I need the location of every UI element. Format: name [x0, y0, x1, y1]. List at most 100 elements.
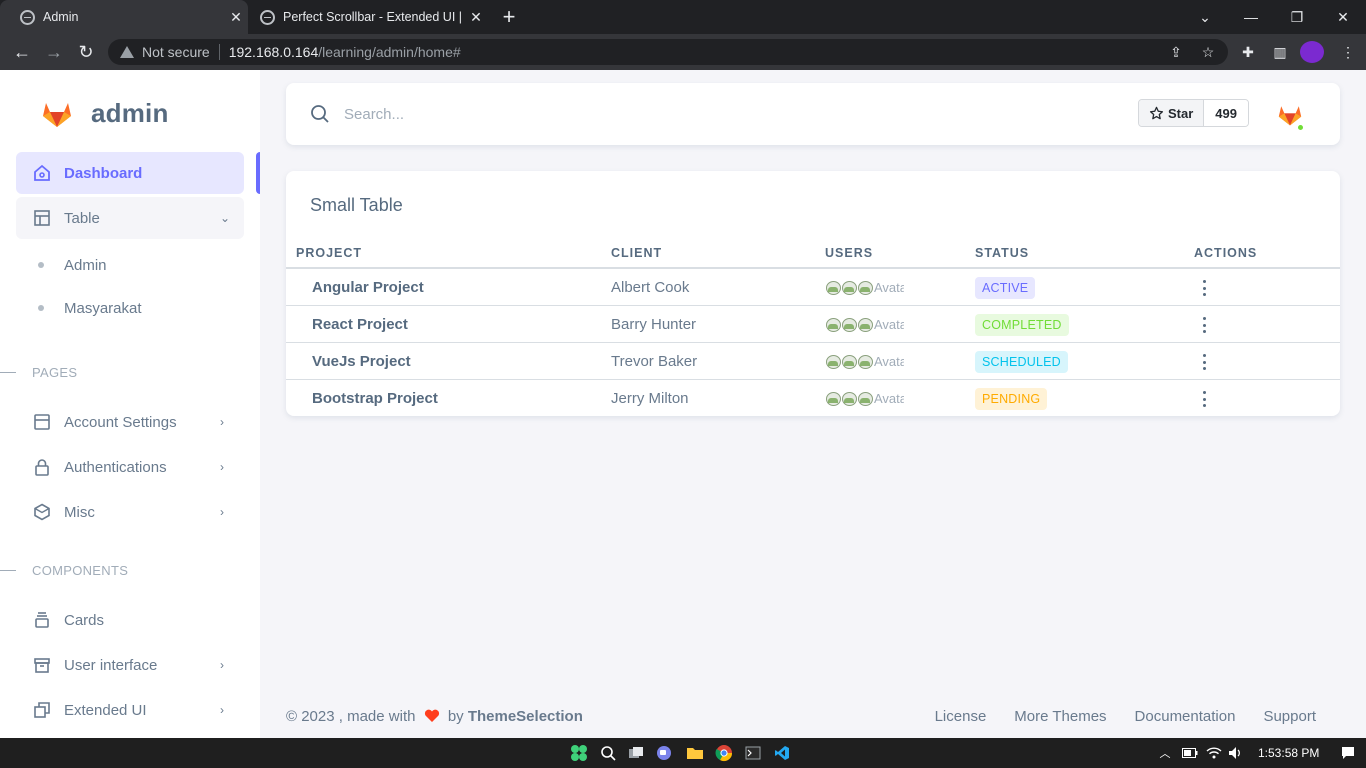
project-name: Bootstrap Project: [312, 390, 438, 407]
status-badge: SCHEDULED: [975, 351, 1068, 373]
footer-link-license[interactable]: License: [935, 708, 987, 725]
sidebar-item-authentications[interactable]: Authentications ›: [16, 446, 244, 488]
close-tab-icon[interactable]: ✕: [224, 9, 248, 26]
battery-icon[interactable]: [1180, 743, 1200, 763]
search-icon[interactable]: [598, 743, 618, 763]
tab-title: Perfect Scrollbar - Extended UI | S: [283, 10, 464, 24]
github-star-button[interactable]: Star 499: [1138, 99, 1249, 127]
user-avatars[interactable]: Avatar: [826, 317, 904, 332]
avatar[interactable]: [858, 317, 873, 332]
search-input[interactable]: [344, 99, 644, 129]
sidebar-item-cards[interactable]: Cards: [16, 599, 244, 641]
sidebar-item-account-settings[interactable]: Account Settings ›: [16, 401, 244, 443]
address-bar[interactable]: Not secure 192.168.0.164/learning/admin/…: [108, 39, 1228, 65]
avatar[interactable]: [842, 317, 857, 332]
new-tab-button[interactable]: +: [496, 4, 522, 30]
chat-icon[interactable]: [654, 743, 674, 763]
vscode-icon[interactable]: [772, 743, 792, 763]
sidebar-item-label: Account Settings: [64, 413, 177, 431]
avatar[interactable]: [858, 280, 873, 295]
menu-dots-icon[interactable]: ⋮: [1336, 40, 1360, 64]
avatar-alt-text: Avatar: [874, 280, 904, 295]
close-tab-icon[interactable]: ✕: [464, 9, 488, 26]
star-label: Star: [1168, 105, 1194, 121]
minimize-button[interactable]: —: [1228, 0, 1274, 34]
notifications-icon[interactable]: [1338, 743, 1358, 763]
top-navbar: Star 499: [286, 83, 1340, 145]
volume-icon[interactable]: [1226, 743, 1246, 763]
reload-button[interactable]: ↻: [72, 38, 100, 66]
share-icon[interactable]: ⇪: [1164, 40, 1188, 64]
browser-tab-perfect-scrollbar[interactable]: Perfect Scrollbar - Extended UI | S ✕: [248, 0, 488, 34]
table-icon: [32, 208, 52, 228]
task-view-icon[interactable]: [626, 743, 646, 763]
chevron-right-icon: ›: [220, 658, 224, 672]
os-taskbar: ︿ 1:53:58 PM: [0, 738, 1366, 768]
forward-button[interactable]: →: [40, 38, 68, 66]
more-actions-icon[interactable]: [1201, 391, 1207, 407]
project-name: VueJs Project: [312, 353, 411, 370]
table-row: React Project Barry Hunter Avatar COMPLE…: [286, 306, 1340, 343]
profile-avatar[interactable]: [1300, 41, 1324, 63]
avatar-alt-text: Avatar: [874, 317, 904, 332]
avatar[interactable]: [842, 391, 857, 406]
wifi-icon[interactable]: [1204, 743, 1224, 763]
tab-search-chevron-icon[interactable]: ⌄: [1182, 0, 1228, 34]
more-actions-icon[interactable]: [1201, 317, 1207, 333]
terminal-icon[interactable]: [743, 743, 763, 763]
user-avatars[interactable]: Avatar: [826, 354, 904, 369]
gitlab-logo-icon: [43, 102, 71, 127]
themeselection-link[interactable]: ThemeSelection: [468, 708, 583, 725]
more-actions-icon[interactable]: [1201, 280, 1207, 296]
sidebar-item-dashboard[interactable]: Dashboard: [16, 152, 244, 194]
user-avatars[interactable]: Avatar: [826, 391, 904, 406]
column-header-actions: ACTIONS: [1194, 246, 1258, 260]
avatar-alt-text: Avatar: [874, 354, 904, 369]
side-panel-icon[interactable]: ▥: [1268, 40, 1292, 64]
avatar[interactable]: [826, 391, 841, 406]
sidebar-subitem-admin[interactable]: Admin: [16, 247, 244, 283]
bookmark-star-icon[interactable]: ☆: [1196, 40, 1220, 64]
more-actions-icon[interactable]: [1201, 354, 1207, 370]
avatar[interactable]: [842, 354, 857, 369]
system-clock[interactable]: 1:53:58 PM: [1258, 746, 1319, 760]
project-name: Angular Project: [312, 279, 424, 296]
avatar[interactable]: [858, 391, 873, 406]
footer-link-documentation[interactable]: Documentation: [1135, 708, 1236, 725]
chrome-icon[interactable]: [714, 743, 734, 763]
sidebar-item-label: Masyarakat: [64, 299, 142, 317]
star-button-left[interactable]: Star: [1139, 100, 1205, 126]
start-icon[interactable]: [569, 743, 589, 763]
online-status-badge: [1296, 123, 1305, 132]
file-explorer-icon[interactable]: [685, 743, 705, 763]
chevron-up-icon[interactable]: ︿: [1155, 743, 1175, 763]
menu-header-pages: PAGES: [0, 365, 77, 380]
security-label[interactable]: Not secure: [142, 44, 210, 60]
restore-button[interactable]: ❐: [1274, 0, 1320, 34]
copy-icon: [32, 700, 52, 720]
brand[interactable]: admin: [42, 98, 169, 129]
user-avatars[interactable]: Avatar: [826, 280, 904, 295]
avatar[interactable]: [858, 354, 873, 369]
avatar[interactable]: [826, 317, 841, 332]
small-table-card: Small Table PROJECT CLIENT USERS STATUS …: [286, 171, 1340, 416]
bullet-icon: [38, 305, 44, 311]
footer-link-more-themes[interactable]: More Themes: [1014, 708, 1106, 725]
sidebar-item-misc[interactable]: Misc ›: [16, 491, 244, 533]
column-header-project: PROJECT: [296, 246, 363, 260]
back-button[interactable]: ←: [8, 38, 36, 66]
sidebar-item-table[interactable]: Table ⌄: [16, 197, 244, 239]
avatar[interactable]: [826, 280, 841, 295]
sidebar-subitem-masyarakat[interactable]: Masyarakat: [16, 290, 244, 326]
browser-tab-admin[interactable]: Admin ✕: [0, 0, 248, 34]
star-icon: [1149, 106, 1164, 119]
sidebar-item-extended-ui[interactable]: Extended UI ›: [16, 689, 244, 731]
close-window-button[interactable]: ✕: [1320, 0, 1366, 34]
avatar[interactable]: [826, 354, 841, 369]
star-count[interactable]: 499: [1204, 100, 1248, 126]
extensions-icon[interactable]: ✚: [1236, 40, 1260, 64]
footer-link-support[interactable]: Support: [1263, 708, 1316, 725]
sidebar-item-label: Table: [64, 209, 100, 227]
sidebar-item-user-interface[interactable]: User interface ›: [16, 644, 244, 686]
avatar[interactable]: [842, 280, 857, 295]
